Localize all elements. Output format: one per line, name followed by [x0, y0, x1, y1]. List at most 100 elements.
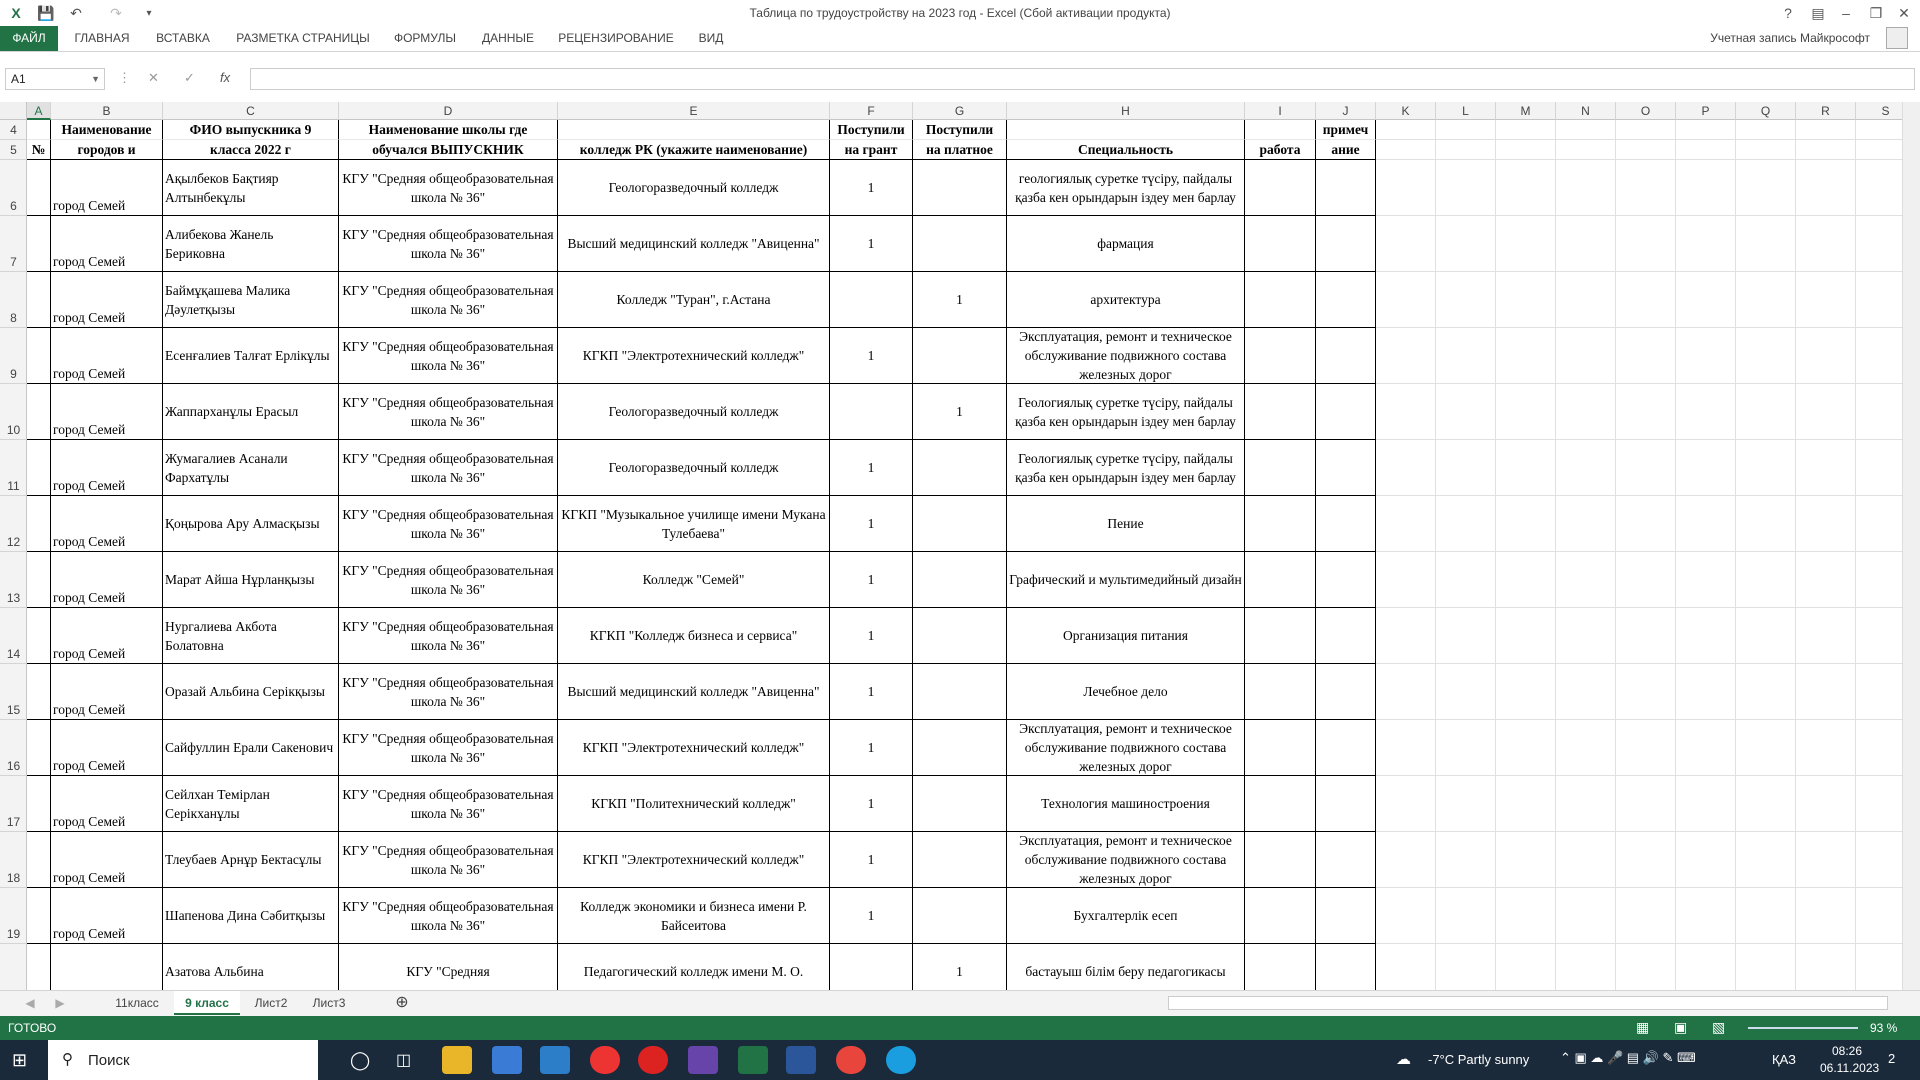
cell-note[interactable] — [1316, 216, 1376, 272]
select-all-corner[interactable] — [0, 102, 27, 120]
column-header-j[interactable]: J — [1316, 102, 1376, 120]
cell-note[interactable] — [1316, 720, 1376, 776]
cell-city[interactable]: город Семей — [51, 160, 163, 216]
column-header-q[interactable]: Q — [1736, 102, 1796, 120]
store-icon[interactable] — [492, 1046, 522, 1074]
column-header-p[interactable]: P — [1676, 102, 1736, 120]
prev-sheet-icon[interactable]: ◀ — [20, 991, 40, 1015]
weather-text[interactable]: -7°C Partly sunny — [1428, 1052, 1529, 1067]
cell-city[interactable] — [51, 944, 163, 990]
cell-grant[interactable]: 1 — [830, 552, 913, 608]
cell-city[interactable]: город Семей — [51, 272, 163, 328]
cell-paid[interactable] — [913, 328, 1007, 384]
cell-number[interactable] — [27, 720, 51, 776]
cell-paid[interactable] — [913, 720, 1007, 776]
cell-college[interactable]: Колледж "Семей" — [558, 552, 830, 608]
cell-grant[interactable]: 1 — [830, 328, 913, 384]
tab-formulas[interactable]: ФОРМУЛЫ — [385, 26, 465, 51]
column-header-a[interactable]: A — [27, 102, 51, 120]
cell-work[interactable] — [1245, 720, 1316, 776]
cell-college[interactable]: Геологоразведочный колледж — [558, 384, 830, 440]
cell-school[interactable]: КГУ "Средняя — [339, 944, 558, 990]
cell-work[interactable] — [1245, 384, 1316, 440]
cell-city[interactable]: город Семей — [51, 664, 163, 720]
cell-college[interactable]: Геологоразведочный колледж — [558, 440, 830, 496]
spreadsheet-grid[interactable]: A B C D E F G H I J K L M N O P Q R S 4 5 № Наименование городо… — [0, 102, 1902, 990]
cell-school[interactable]: КГУ "Средняя общеобразовательная школа №… — [339, 384, 558, 440]
cell-fio[interactable]: Шапенова Дина Сәбитқызы — [163, 888, 339, 944]
name-box[interactable]: A1 ▼ — [5, 68, 105, 90]
cell-number[interactable] — [27, 384, 51, 440]
mail-icon[interactable] — [540, 1046, 570, 1074]
cell-paid[interactable] — [913, 496, 1007, 552]
cell-work[interactable] — [1245, 160, 1316, 216]
cell-fio[interactable]: Ақылбеков Бақтияр Алтынбекұлы — [163, 160, 339, 216]
cell-specialty[interactable]: Эксплуатация, ремонт и техническое обслу… — [1007, 720, 1245, 776]
cell-paid[interactable] — [913, 440, 1007, 496]
cell-paid[interactable] — [913, 664, 1007, 720]
zoom-slider[interactable] — [1748, 1027, 1858, 1029]
weather-icon[interactable]: ☁ — [1396, 1050, 1411, 1068]
cell-work[interactable] — [1245, 776, 1316, 832]
column-header-e[interactable]: E — [558, 102, 830, 120]
tab-view[interactable]: ВИД — [686, 26, 736, 51]
cell-grant[interactable]: 1 — [830, 496, 913, 552]
column-header-m[interactable]: M — [1496, 102, 1556, 120]
tab-file[interactable]: ФАЙЛ — [0, 26, 58, 51]
notification-count[interactable]: 2 — [1888, 1051, 1895, 1066]
vertical-scrollbar[interactable] — [1902, 102, 1920, 990]
clock-date[interactable]: 06.11.2023 — [1820, 1061, 1879, 1075]
cell-fio[interactable]: Сейлхан Темірлан Серікханұлы — [163, 776, 339, 832]
cell-specialty[interactable]: Организация питания — [1007, 608, 1245, 664]
zoom-level[interactable]: 93 % — [1870, 1021, 1897, 1035]
formula-input[interactable] — [250, 68, 1915, 90]
yandex-icon[interactable] — [590, 1046, 620, 1074]
cell-school[interactable]: КГУ "Средняя общеобразовательная школа №… — [339, 328, 558, 384]
cell-grant[interactable] — [830, 944, 913, 990]
column-header-k[interactable]: K — [1376, 102, 1436, 120]
help-icon[interactable]: ? — [1778, 3, 1798, 23]
cell-school[interactable]: КГУ "Средняя общеобразовательная школа №… — [339, 216, 558, 272]
column-header-g[interactable]: G — [913, 102, 1007, 120]
cell-school[interactable]: КГУ "Средняя общеобразовательная школа №… — [339, 496, 558, 552]
column-header-b[interactable]: B — [51, 102, 163, 120]
cell-school[interactable]: КГУ "Средняя общеобразовательная школа №… — [339, 720, 558, 776]
tab-home[interactable]: ГЛАВНАЯ — [66, 26, 138, 51]
cell-city[interactable]: город Семей — [51, 720, 163, 776]
sheet-tab-list3[interactable]: Лист3 — [302, 991, 356, 1015]
cell-paid[interactable] — [913, 552, 1007, 608]
cortana-icon[interactable]: ◯ — [350, 1050, 370, 1071]
cell-paid[interactable]: 1 — [913, 272, 1007, 328]
cell-work[interactable] — [1245, 832, 1316, 888]
cell-work[interactable] — [1245, 944, 1316, 990]
cell-school[interactable]: КГУ "Средняя общеобразовательная школа №… — [339, 608, 558, 664]
cell-college[interactable]: КГКП "Электротехнический колледж" — [558, 832, 830, 888]
cell-college[interactable]: Высший медицинский колледж "Авиценна" — [558, 216, 830, 272]
column-header-o[interactable]: O — [1616, 102, 1676, 120]
cell-college[interactable]: Колледж "Туран", г.Астана — [558, 272, 830, 328]
cell-work[interactable] — [1245, 888, 1316, 944]
cell-college[interactable]: Геологоразведочный колледж — [558, 160, 830, 216]
cell-note[interactable] — [1316, 160, 1376, 216]
cell-grant[interactable]: 1 — [830, 720, 913, 776]
row-header[interactable]: 14 — [0, 608, 27, 664]
row-header[interactable]: 11 — [0, 440, 27, 496]
page-layout-view-icon[interactable]: ▣ — [1674, 1019, 1687, 1036]
cell-number[interactable] — [27, 552, 51, 608]
cell-number[interactable] — [27, 944, 51, 990]
column-header-r[interactable]: R — [1796, 102, 1856, 120]
cell-specialty[interactable]: Графический и мультимедийный дизайн — [1007, 552, 1245, 608]
cell-note[interactable] — [1316, 272, 1376, 328]
sheet-tab-11klass[interactable]: 11класс — [104, 991, 170, 1015]
cell-college[interactable]: КГКП "Колледж бизнеса и сервиса" — [558, 608, 830, 664]
column-header-i[interactable]: I — [1245, 102, 1316, 120]
column-header-d[interactable]: D — [339, 102, 558, 120]
cell-grant[interactable]: 1 — [830, 832, 913, 888]
close-icon[interactable]: ✕ — [1894, 3, 1914, 23]
cell-work[interactable] — [1245, 552, 1316, 608]
language-indicator[interactable]: ҚАЗ — [1772, 1052, 1796, 1067]
row-header[interactable]: 4 — [0, 120, 27, 140]
account-name[interactable]: Учетная запись Майкрософт — [1710, 31, 1870, 45]
row-header[interactable]: 5 — [0, 140, 27, 160]
tab-insert[interactable]: ВСТАВКА — [148, 26, 218, 51]
